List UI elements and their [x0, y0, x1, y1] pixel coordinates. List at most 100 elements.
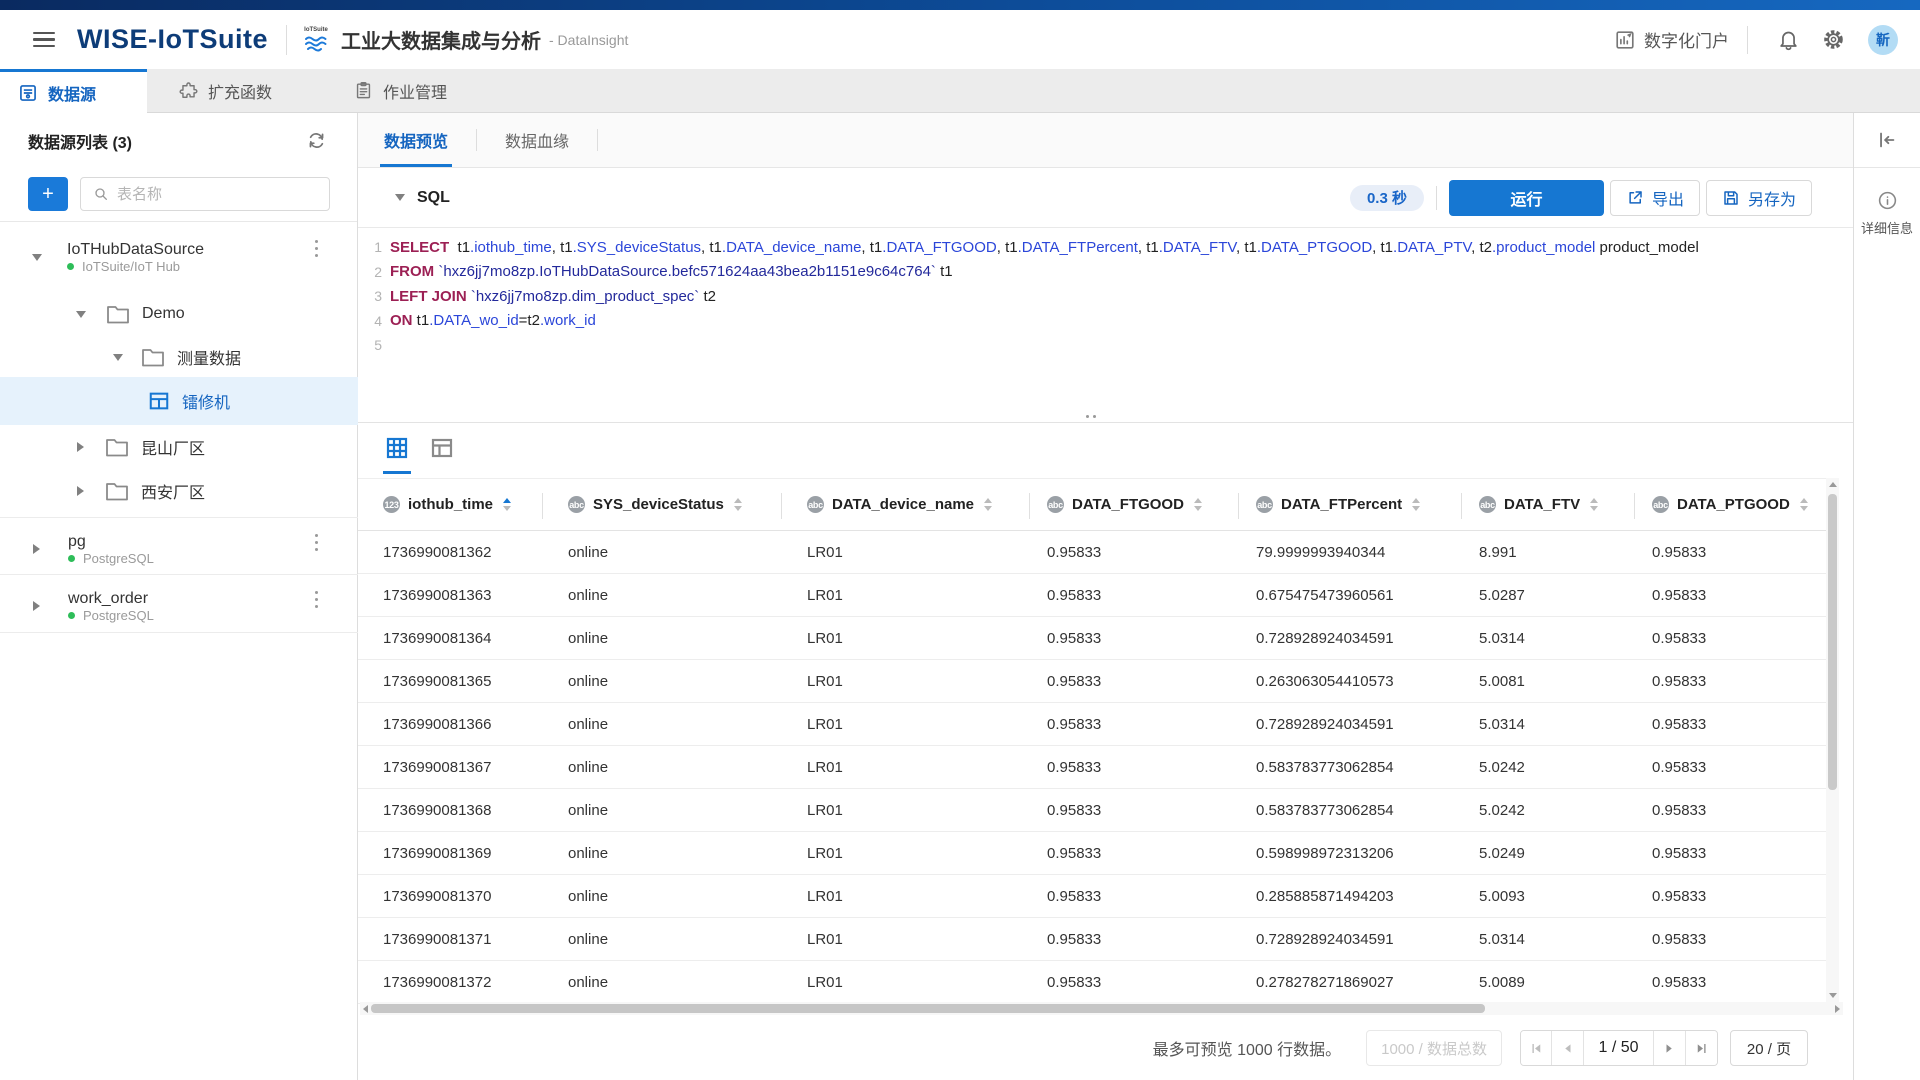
page-indicator: 1 / 50 [1584, 1030, 1654, 1066]
page-size-select[interactable]: 20 / 页 [1730, 1030, 1808, 1066]
table-row[interactable]: 1736990081364 online LR01 0.95833 0.7289… [358, 617, 1830, 660]
tree-node-pg[interactable]: pg PostgreSQL [0, 524, 358, 574]
detail-info-button[interactable]: 详细信息 [1854, 190, 1920, 237]
save-as-button[interactable]: 另存为 [1706, 180, 1812, 216]
tree-node-work-order[interactable]: work_order PostgreSQL [0, 581, 358, 631]
panel-view-toggle[interactable] [430, 436, 454, 460]
sql-line[interactable]: 1 SELECT t1.iothub_time, t1.SYS_deviceSt… [358, 235, 1853, 260]
column-header[interactable]: abc DATA_PTGOOD [1635, 479, 1830, 530]
node-menu-icon[interactable] [311, 587, 322, 612]
sort-arrows-icon[interactable] [734, 498, 742, 511]
sort-arrows-icon[interactable] [984, 498, 992, 511]
vertical-scrollbar-thumb[interactable] [1828, 494, 1837, 790]
sort-arrows-icon[interactable] [1590, 498, 1598, 511]
sort-arrows-icon[interactable] [1800, 498, 1808, 511]
tree-node-label: 西安厂区 [141, 479, 205, 503]
table-row[interactable]: 1736990081362 online LR01 0.95833 79.999… [358, 531, 1830, 574]
table-row[interactable]: 1736990081370 online LR01 0.95833 0.2858… [358, 875, 1830, 918]
column-header[interactable]: 123 iothub_time [358, 479, 543, 530]
panel-resize-splitter[interactable] [358, 415, 1853, 422]
tree-node-laser-machine-selected[interactable]: 镭修机 [0, 377, 358, 425]
vertical-scrollbar[interactable] [1826, 478, 1839, 1002]
caret-right-icon[interactable] [77, 442, 84, 452]
sort-arrows-icon[interactable] [503, 498, 511, 511]
table-row[interactable]: 1736990081368 online LR01 0.95833 0.5837… [358, 789, 1830, 832]
table-row[interactable]: 1736990081366 online LR01 0.95833 0.7289… [358, 703, 1830, 746]
cell-data-ftv: 5.0093 [1462, 888, 1635, 905]
scroll-left-arrow[interactable] [363, 1005, 368, 1013]
digital-portal-link[interactable]: 数字化门户 [1614, 27, 1729, 52]
scroll-down-arrow[interactable] [1829, 993, 1837, 998]
last-page-button[interactable] [1686, 1030, 1717, 1066]
cell-sys-devicestatus: online [543, 716, 782, 733]
scroll-up-arrow[interactable] [1829, 482, 1837, 487]
tab-extension-functions[interactable]: 扩充函数 [159, 69, 292, 112]
caret-down-icon[interactable] [113, 354, 123, 361]
caret-down-icon[interactable] [76, 311, 86, 318]
add-datasource-button[interactable]: + [28, 177, 68, 211]
cell-data-ftpercent: 0.583783773062854 [1239, 802, 1462, 819]
caret-right-icon[interactable] [33, 544, 40, 554]
sort-arrows-icon[interactable] [1194, 498, 1202, 511]
cell-data-ftgood: 0.95833 [1030, 931, 1239, 948]
sql-line[interactable]: 4 ON t1.DATA_wo_id=t2.work_id [358, 309, 1853, 334]
tree-node-kunshan[interactable]: 昆山厂区 [0, 428, 358, 466]
sql-editor[interactable]: 1 SELECT t1.iothub_time, t1.SYS_deviceSt… [358, 228, 1853, 422]
tree-node-xian[interactable]: 西安厂区 [0, 472, 358, 510]
cell-iothub-time: 1736990081368 [358, 802, 543, 819]
tree-node-iothubdatasource[interactable]: IoTHubDataSource IoTSuite/IoT Hub [0, 232, 358, 282]
app-bar: WISE-IoTSuite IoTSuite 工业大数据集成与分析 - Data… [0, 10, 1920, 69]
column-header[interactable]: abc SYS_deviceStatus [543, 479, 782, 530]
divider [597, 129, 598, 151]
next-page-button[interactable] [1654, 1030, 1686, 1066]
sql-line[interactable]: 5 [358, 333, 1853, 358]
cell-data-ptgood: 0.95833 [1635, 716, 1830, 733]
column-header[interactable]: abc DATA_device_name [782, 479, 1030, 530]
grid-view-toggle[interactable] [385, 436, 409, 460]
table-row[interactable]: 1736990081363 online LR01 0.95833 0.6754… [358, 574, 1830, 617]
hamburger-menu-icon[interactable] [33, 32, 55, 48]
export-button[interactable]: 导出 [1610, 180, 1700, 216]
caret-right-icon[interactable] [77, 486, 84, 496]
tab-data-sources[interactable]: 数据源 [0, 69, 147, 113]
column-header[interactable]: abc DATA_FTGOOD [1030, 479, 1239, 530]
collapse-sql-caret-icon[interactable] [395, 194, 405, 201]
notifications-bell-icon[interactable] [1777, 28, 1800, 51]
tree-node-label: IoTHubDataSource [67, 241, 204, 259]
scroll-right-arrow[interactable] [1835, 1005, 1840, 1013]
cell-data-ptgood: 0.95833 [1635, 845, 1830, 862]
table-row[interactable]: 1736990081372 online LR01 0.95833 0.2782… [358, 961, 1830, 1004]
node-menu-icon[interactable] [311, 530, 322, 555]
search-input[interactable] [117, 186, 329, 203]
tab-data-preview[interactable]: 数据预览 [382, 113, 450, 167]
tree-node-demo[interactable]: Demo [0, 295, 358, 333]
column-type-badge: abc [807, 496, 824, 513]
table-row[interactable]: 1736990081371 online LR01 0.95833 0.7289… [358, 918, 1830, 961]
tab-job-management[interactable]: 作业管理 [334, 69, 467, 112]
caret-down-icon[interactable] [32, 254, 42, 261]
node-menu-icon[interactable] [311, 236, 322, 261]
column-header[interactable]: abc DATA_FTPercent [1239, 479, 1462, 530]
caret-right-icon[interactable] [33, 601, 40, 611]
horizontal-scrollbar[interactable] [360, 1002, 1843, 1015]
column-header[interactable]: abc DATA_FTV [1462, 479, 1635, 530]
run-button[interactable]: 运行 [1449, 180, 1604, 216]
tree-node-measure-data[interactable]: 测量数据 [0, 338, 358, 376]
sql-line[interactable]: 3 LEFT JOIN `hxz6jj7mo8zp.dim_product_sp… [358, 284, 1853, 309]
first-page-button[interactable] [1521, 1030, 1552, 1066]
sort-arrows-icon[interactable] [1412, 498, 1420, 511]
settings-gear-icon[interactable] [1822, 28, 1845, 51]
tab-data-lineage[interactable]: 数据血缘 [503, 113, 571, 167]
horizontal-scrollbar-thumb[interactable] [371, 1004, 1485, 1013]
previous-page-button[interactable] [1552, 1030, 1584, 1066]
sql-line[interactable]: 2 FROM `hxz6jj7mo8zp.IoTHubDataSource.be… [358, 260, 1853, 285]
refresh-icon[interactable] [306, 130, 327, 151]
cell-data-ptgood: 0.95833 [1635, 630, 1830, 647]
line-number: 3 [358, 288, 382, 304]
table-row[interactable]: 1736990081365 online LR01 0.95833 0.2630… [358, 660, 1830, 703]
table-row[interactable]: 1736990081369 online LR01 0.95833 0.5989… [358, 832, 1830, 875]
column-type-badge: abc [1652, 496, 1669, 513]
table-row[interactable]: 1736990081367 online LR01 0.95833 0.5837… [358, 746, 1830, 789]
user-avatar[interactable]: 靳 [1868, 25, 1898, 55]
expand-panel-icon[interactable] [1876, 129, 1898, 151]
